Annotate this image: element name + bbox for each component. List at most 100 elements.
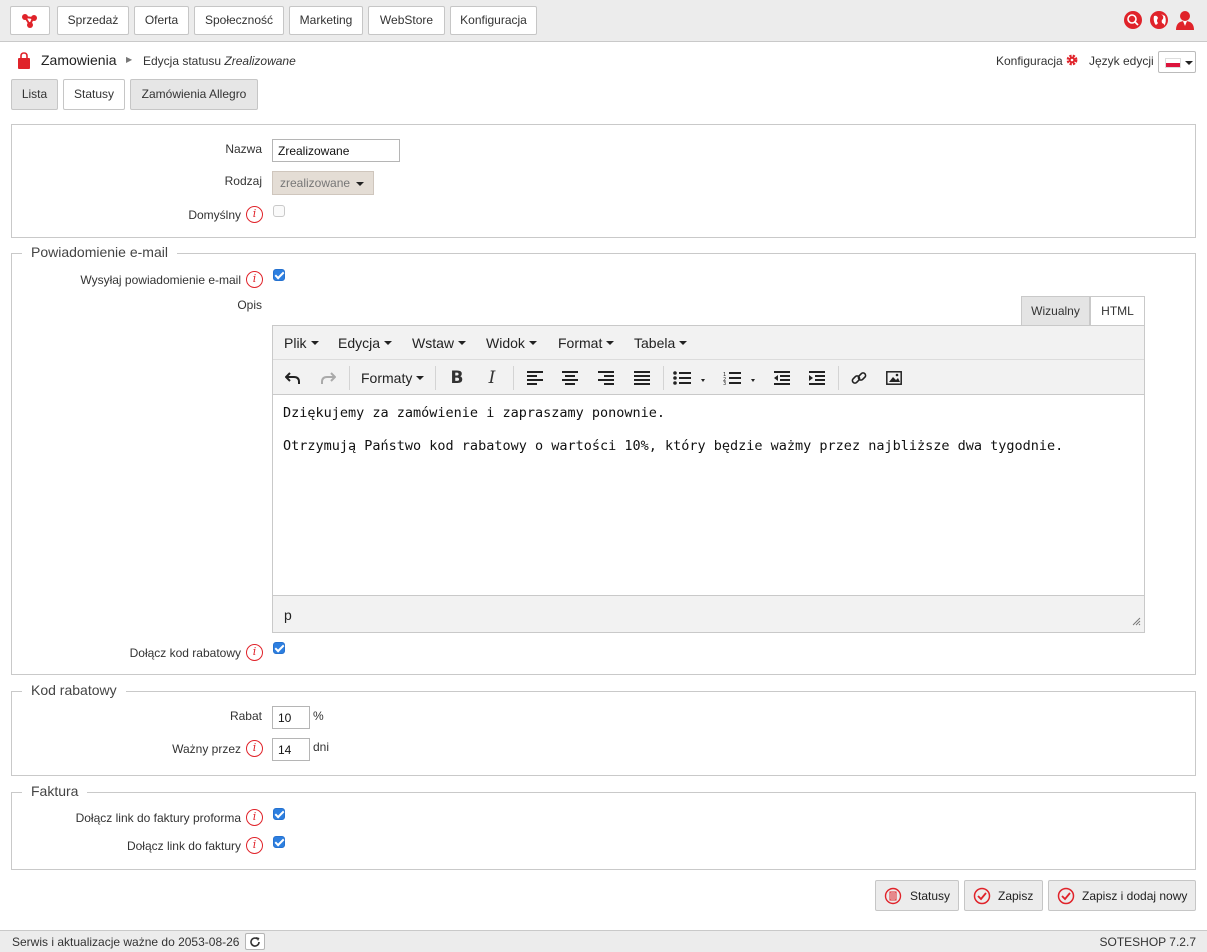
save-and-add-new-button[interactable]: Zapisz i dodaj nowy: [1048, 880, 1196, 911]
top-navigation: Sprzedaż Oferta Społeczność Marketing We…: [0, 0, 1207, 42]
menu-widok[interactable]: Widok: [486, 335, 537, 351]
rich-text-editor: Plik Edycja Wstaw Widok Format Tabela Fo…: [272, 325, 1145, 633]
menu-tabela[interactable]: Tabela: [634, 335, 688, 351]
indent-icon[interactable]: [806, 368, 828, 388]
refresh-icon: [250, 936, 260, 947]
shopping-bag-icon: [17, 52, 31, 72]
email-legend: Powiadomienie e-mail: [22, 244, 177, 260]
tab-visual-mode[interactable]: Wizualny: [1021, 296, 1090, 326]
align-right-icon[interactable]: [595, 368, 617, 388]
info-icon[interactable]: i: [246, 271, 263, 288]
statusy-button[interactable]: Statusy: [875, 880, 959, 911]
discount-panel: [11, 691, 1196, 776]
nav-sprzedaz[interactable]: Sprzedaż: [57, 6, 129, 35]
valid-label: Ważny przez: [172, 742, 241, 756]
info-icon[interactable]: i: [246, 837, 263, 854]
top-icons: [1123, 10, 1195, 30]
save-button[interactable]: Zapisz: [964, 880, 1043, 911]
language-label: Język edycji: [1089, 54, 1154, 68]
gear-icon[interactable]: [1065, 53, 1079, 70]
list-icon: [884, 887, 902, 908]
default-label: Domyślny: [188, 208, 241, 222]
toolbar-separator: [513, 366, 514, 390]
attach-code-label: Dołącz kod rabatowy: [129, 646, 241, 660]
chevron-down-icon: [356, 182, 364, 186]
search-icon[interactable]: [1123, 10, 1143, 30]
attach-code-checkbox[interactable]: [273, 642, 285, 654]
redo-icon[interactable]: [317, 368, 339, 388]
user-icon[interactable]: [1175, 10, 1195, 30]
nav-oferta[interactable]: Oferta: [134, 6, 189, 35]
proforma-checkbox[interactable]: [273, 808, 285, 820]
menu-format[interactable]: Format: [558, 335, 615, 351]
editor-content[interactable]: Dziękujemy za zamówienie i zapraszamy po…: [283, 404, 1133, 470]
default-checkbox[interactable]: [273, 205, 285, 217]
invoice-legend: Faktura: [22, 783, 88, 799]
tab-zamowienia-allegro[interactable]: Zamówienia Allegro: [130, 79, 258, 110]
toolbar-separator: [349, 366, 350, 390]
rabat-label: Rabat: [229, 709, 262, 723]
proforma-label: Dołącz link do faktury proforma: [75, 811, 241, 825]
version-label: SOTESHOP 7.2.7: [1099, 935, 1197, 949]
discount-legend: Kod rabatowy: [22, 682, 126, 698]
type-select: zrealizowane: [272, 171, 374, 195]
footer: Serwis i aktualizacje ważne do 2053-08-2…: [0, 930, 1207, 952]
info-icon[interactable]: i: [246, 644, 263, 661]
pl-flag-icon: [1165, 58, 1181, 68]
send-email-checkbox[interactable]: [273, 269, 285, 281]
tab-lista[interactable]: Lista: [11, 79, 58, 110]
align-justify-icon[interactable]: [631, 368, 653, 388]
info-icon[interactable]: i: [246, 206, 263, 223]
send-email-label: Wysyłaj powiadomienie e-mail: [80, 273, 241, 287]
formats-dropdown[interactable]: Formaty: [361, 370, 425, 386]
undo-icon[interactable]: [282, 368, 304, 388]
menu-edycja[interactable]: Edycja: [338, 335, 393, 351]
svg-text:3: 3: [723, 381, 726, 385]
share-nodes-icon: [22, 13, 37, 28]
name-input[interactable]: [272, 139, 400, 162]
numbered-list-icon[interactable]: 123: [721, 368, 761, 388]
resize-handle-icon[interactable]: [1132, 615, 1141, 629]
toolbar-separator: [435, 366, 436, 390]
menu-wstaw[interactable]: Wstaw: [412, 335, 466, 351]
element-path[interactable]: p: [284, 607, 292, 623]
content-paragraph: Otrzymują Państwo kod rabatowy o wartośc…: [283, 438, 1064, 454]
tab-statusy[interactable]: Statusy: [63, 79, 125, 110]
menu-plik[interactable]: Plik: [284, 335, 319, 351]
home-logo-button[interactable]: [10, 6, 50, 35]
editor-statusbar: p: [273, 595, 1144, 632]
info-icon[interactable]: i: [246, 740, 263, 757]
valid-days-input[interactable]: [272, 738, 310, 761]
breadcrumb-arrow-icon: ▶: [126, 55, 133, 64]
image-icon[interactable]: [883, 368, 905, 388]
refresh-button[interactable]: [245, 933, 265, 950]
info-icon[interactable]: i: [246, 809, 263, 826]
breadcrumb-current: Edycja statusu Zrealizowane: [143, 54, 296, 68]
link-icon[interactable]: [848, 368, 870, 388]
nav-konfiguracja[interactable]: Konfiguracja: [450, 6, 537, 35]
editor-toolbar: Formaty B I 123: [273, 360, 1144, 395]
editor-menubar: Plik Edycja Wstaw Widok Format Tabela: [273, 326, 1144, 360]
italic-icon[interactable]: I: [481, 368, 503, 388]
tab-html-mode[interactable]: HTML: [1090, 296, 1145, 326]
service-expiry-text: Serwis i aktualizacje ważne do 2053-08-2…: [12, 935, 240, 949]
config-link[interactable]: Konfiguracja: [996, 54, 1063, 68]
globe-icon[interactable]: [1149, 10, 1169, 30]
outdent-icon[interactable]: [771, 368, 793, 388]
nav-spolecznosc[interactable]: Społeczność: [194, 6, 284, 35]
valid-unit: dni: [313, 740, 330, 754]
nav-marketing[interactable]: Marketing: [289, 6, 363, 35]
invoice-link-checkbox[interactable]: [273, 836, 285, 848]
align-left-icon[interactable]: [524, 368, 546, 388]
bold-icon[interactable]: B: [446, 368, 468, 388]
nav-webstore[interactable]: WebStore: [368, 6, 445, 35]
description-label: Opis: [237, 298, 262, 312]
content-paragraph: Dziękujemy za zamówienie i zapraszamy po…: [283, 405, 666, 421]
breadcrumb-section[interactable]: Zamowienia: [41, 52, 116, 68]
bullet-list-icon[interactable]: [671, 368, 711, 388]
align-center-icon[interactable]: [559, 368, 581, 388]
name-label: Nazwa: [225, 142, 262, 156]
check-circle-icon: [973, 887, 991, 908]
language-select[interactable]: [1158, 51, 1196, 73]
rabat-input[interactable]: [272, 706, 310, 729]
